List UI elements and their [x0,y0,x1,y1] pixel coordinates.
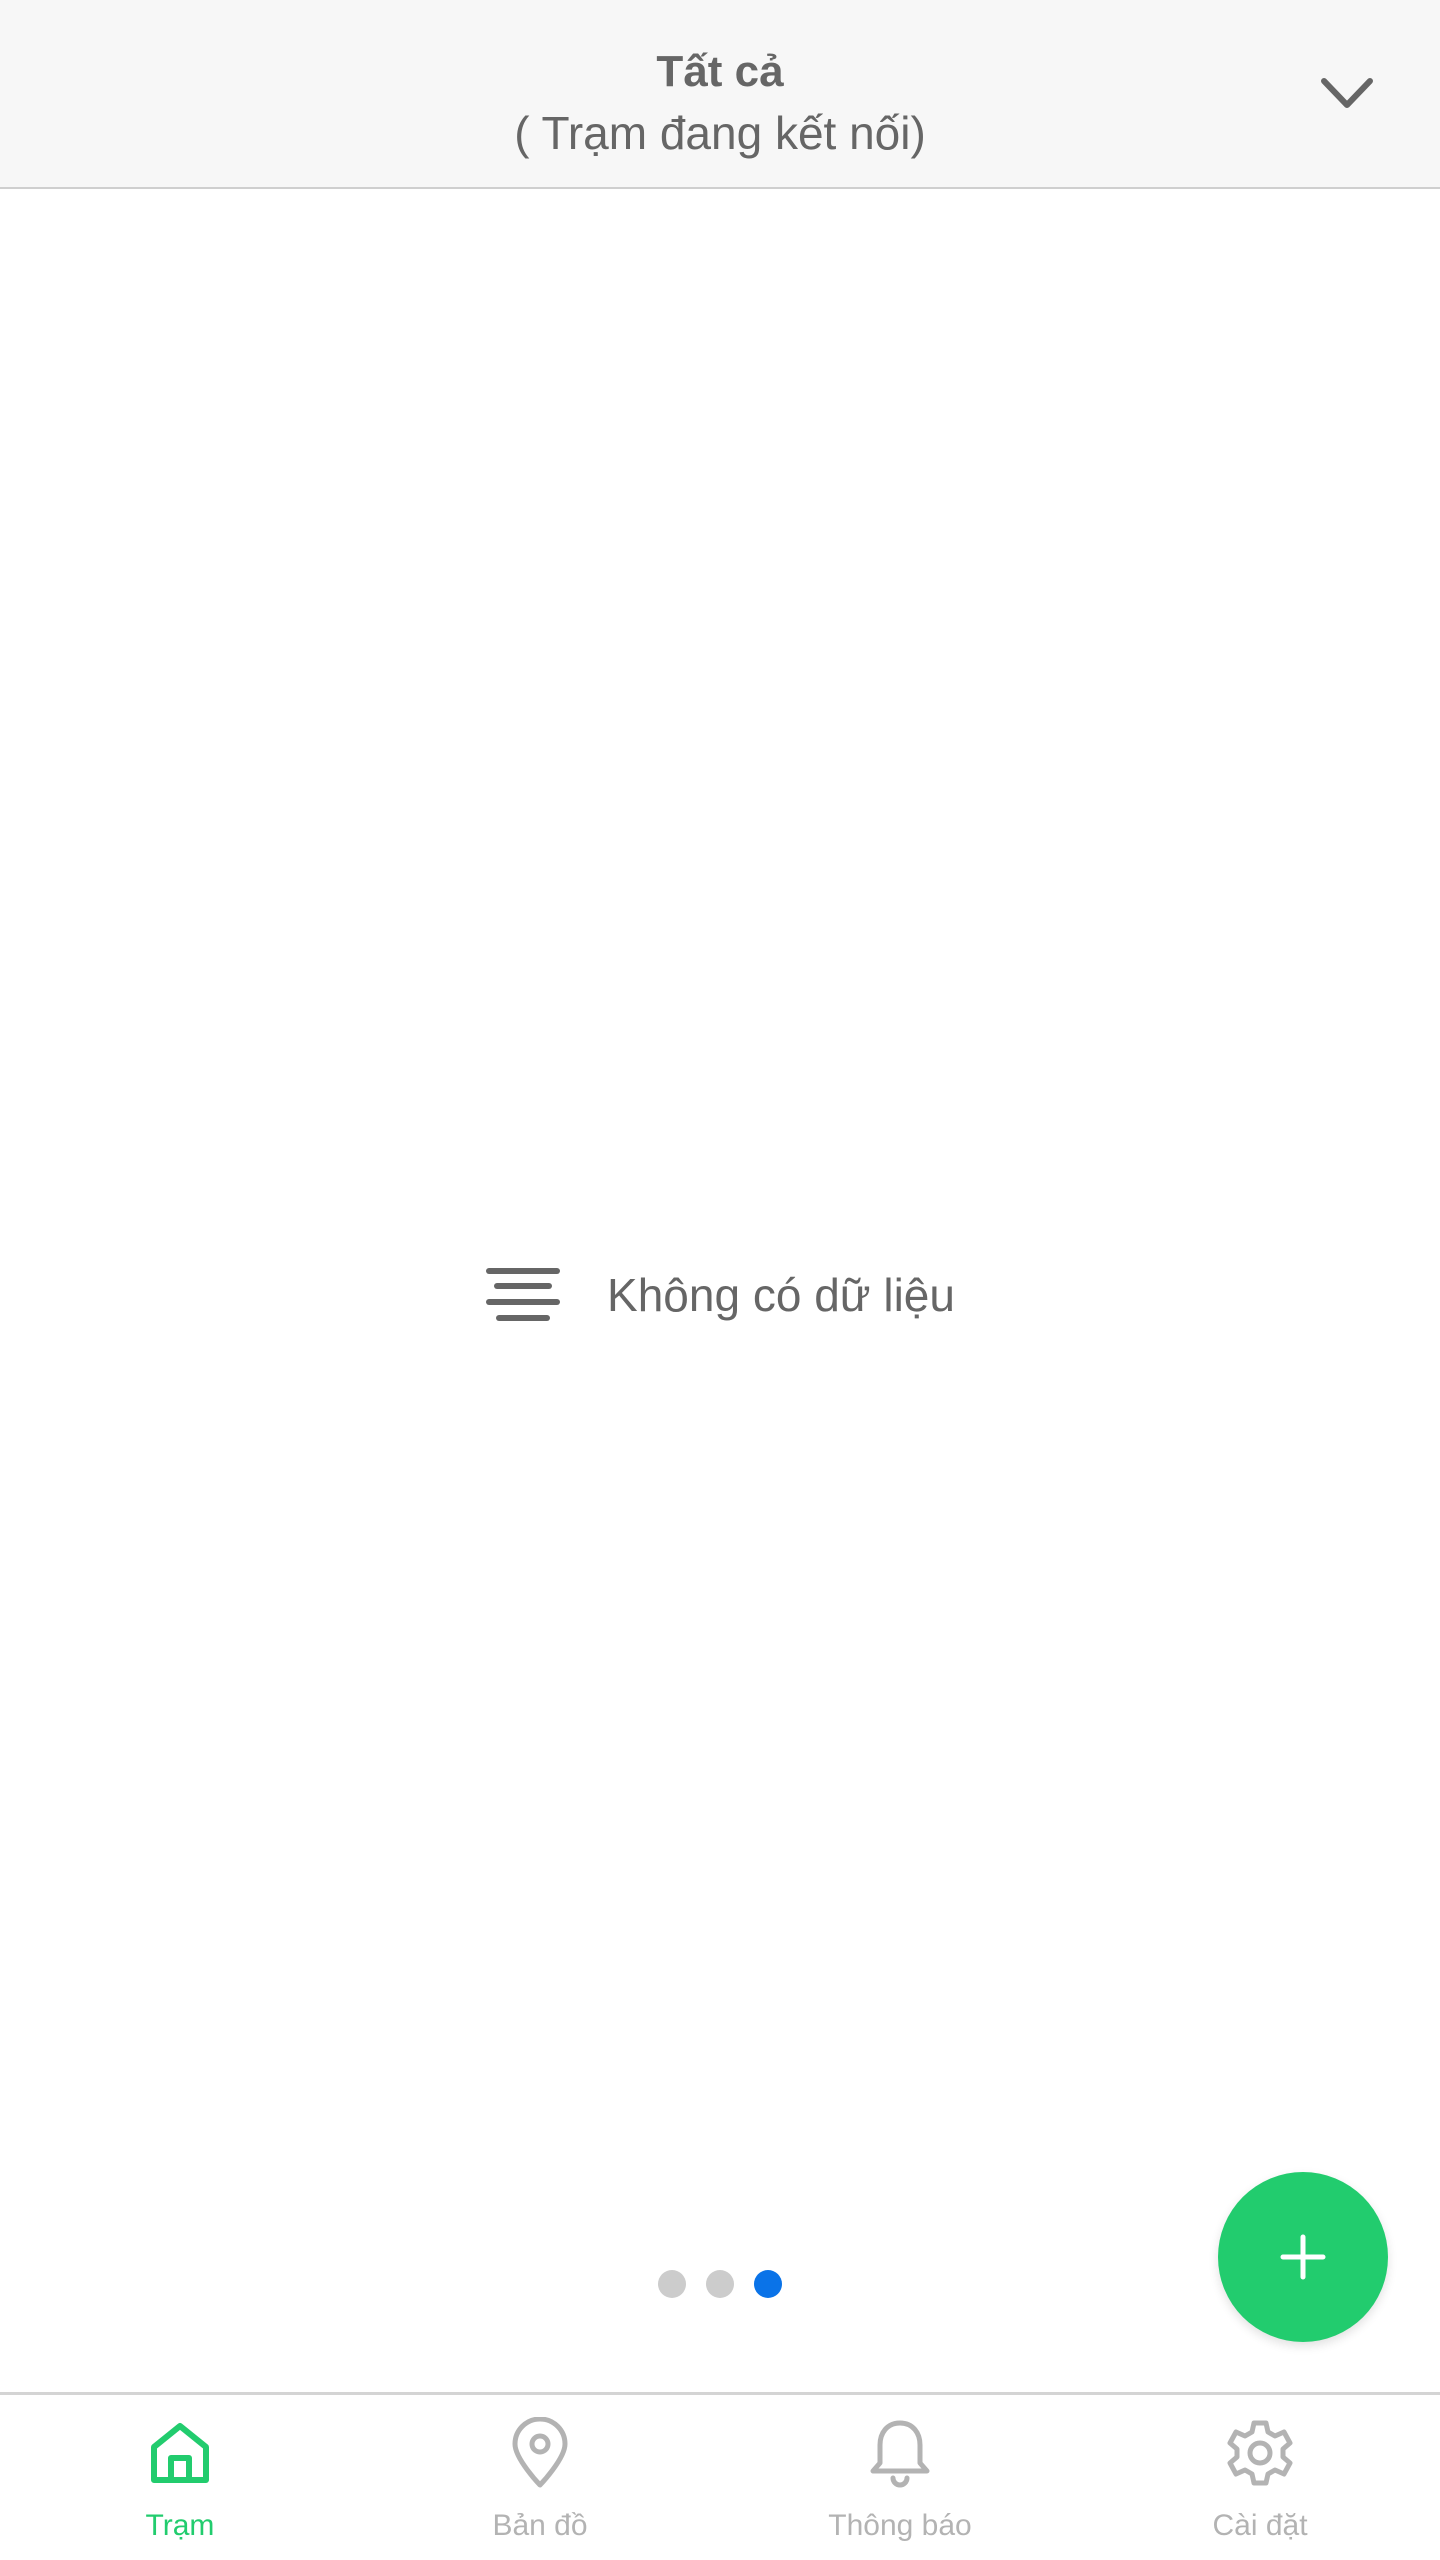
nav-label: Bản đồ [492,2509,588,2542]
empty-state-text: Không có dữ liệu [607,1269,955,1321]
page-dot[interactable] [706,2270,734,2298]
nav-label: Trạm [145,2509,215,2542]
plus-icon [1280,2234,1326,2280]
lines-icon [485,1266,561,1324]
page-subtitle: ( Trạm đang kết nối) [514,107,926,159]
app-screen: Tất cả ( Trạm đang kết nối) Không có dữ … [0,0,1440,2560]
nav-item-settings[interactable]: Cài đặt [1080,2395,1440,2560]
nav-item-notifications[interactable]: Thông báo [720,2395,1080,2560]
nav-item-map[interactable]: Bản đồ [360,2395,720,2560]
page-dot[interactable] [658,2270,686,2298]
nav-label: Thông báo [828,2509,972,2542]
station-filter-selector[interactable]: Tất cả ( Trạm đang kết nối) [0,42,1440,164]
empty-state: Không có dữ liệu [0,1250,1440,1340]
header-bar: Tất cả ( Trạm đang kết nối) [0,0,1440,189]
nav-item-station[interactable]: Trạm [0,2395,360,2560]
page-dot-active[interactable] [754,2270,782,2298]
chevron-down-icon [1321,78,1373,108]
map-pin-icon [504,2417,576,2489]
nav-label: Cài đặt [1212,2509,1308,2542]
add-station-button[interactable] [1218,2172,1388,2342]
bottom-nav: Trạm Bản đồ Thông báo Cài đặt [0,2392,1440,2560]
dropdown-button[interactable] [1304,60,1390,128]
gear-icon [1224,2417,1296,2489]
bell-icon [864,2417,936,2489]
page-title: Tất cả [656,47,784,96]
home-icon [144,2417,216,2489]
